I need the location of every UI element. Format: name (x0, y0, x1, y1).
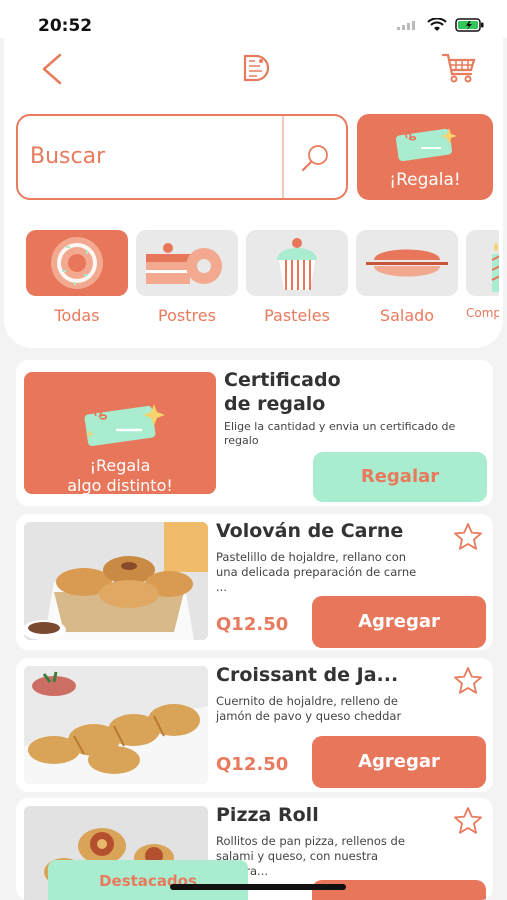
tab-destacados[interactable]: Destacados (48, 860, 248, 900)
cart-icon[interactable] (441, 52, 477, 84)
home-indicator[interactable] (170, 884, 346, 890)
gift-image-line2: algo distinto! (67, 476, 173, 494)
product-title: Croissant de Ja... (216, 664, 399, 686)
product-price: Q12.50 (216, 754, 289, 775)
status-time: 20:52 (38, 16, 93, 36)
category-label: Postres (158, 306, 216, 325)
gift-button[interactable]: ¡Regala! (357, 114, 493, 200)
battery-icon (455, 18, 484, 32)
search-divider (282, 116, 284, 198)
category-postres[interactable]: Postres (136, 230, 238, 325)
add-to-cart-button[interactable] (312, 880, 486, 900)
wifi-icon (427, 18, 447, 31)
gift-image-line1: ¡Regala (89, 456, 151, 475)
cupcake-icon (277, 238, 317, 290)
donut-icon (51, 237, 103, 289)
favorite-star-icon[interactable] (453, 522, 483, 552)
product-title: Volován de Carne (216, 520, 404, 542)
favorite-star-icon[interactable] (453, 666, 483, 696)
gift-certificate-card[interactable]: ¡Regala algo distinto! Certificado de re… (16, 360, 493, 506)
status-icons (397, 18, 485, 32)
category-salado[interactable]: Salado (356, 230, 458, 325)
category-tile (356, 230, 458, 296)
gift-certificate-image: ¡Regala algo distinto! (24, 372, 216, 494)
favorite-star-icon[interactable] (453, 806, 483, 836)
search-input[interactable]: Buscar (30, 144, 105, 169)
gift-button-label: ¡Regala! (389, 170, 461, 190)
gift-card-icon (395, 128, 457, 162)
category-tile (136, 230, 238, 296)
category-label: Comp (466, 306, 499, 320)
product-description: Pastelillo de hojaldre, rellano con una … (216, 550, 417, 594)
product-price: Q12.50 (216, 614, 289, 635)
back-arrow-icon[interactable] (38, 52, 68, 86)
app-screen: 20:52 Buscar ¡Regala! Todas Postres Past… (0, 0, 507, 900)
regalar-button[interactable]: Regalar (313, 452, 487, 502)
category-todas[interactable]: Todas (26, 230, 128, 325)
header-panel: Buscar ¡Regala! Todas Postres Pasteles S… (4, 38, 503, 348)
dessert-icon (146, 243, 222, 284)
candle-icon (491, 242, 499, 292)
signal-icon (397, 21, 415, 30)
category-bar: Todas Postres Pasteles Salado Comp (26, 230, 499, 330)
category-tile (466, 230, 499, 296)
product-card[interactable]: Volován de Carne Pastelillo de hojaldre,… (16, 514, 493, 650)
category-label: Pasteles (264, 306, 330, 325)
product-image (24, 666, 208, 784)
gift-certificate-description: Elige la cantidad y envia un certificado… (224, 420, 456, 447)
add-to-cart-button[interactable]: Agregar (312, 736, 486, 788)
search-icon[interactable] (300, 142, 332, 174)
product-description: Cuernito de hojaldre, relleno de jamón d… (216, 694, 402, 723)
product-image (24, 522, 208, 640)
gift-title-line2: de regalo (224, 393, 326, 415)
category-label: Todas (54, 306, 100, 325)
volovan-photo (24, 522, 208, 640)
gift-card-icon (84, 404, 165, 447)
product-title: Pizza Roll (216, 804, 319, 826)
gift-image-caption: ¡Regala algo distinto! (24, 456, 216, 494)
brand-logo-icon[interactable] (240, 52, 272, 84)
search-box[interactable]: Buscar (16, 114, 348, 200)
gift-title-line1: Certificado (224, 369, 341, 391)
croissant-photo (24, 666, 208, 784)
product-card[interactable]: Croissant de Ja... Cuernito de hojaldre,… (16, 658, 493, 792)
category-label: Salado (379, 306, 435, 325)
category-tile (246, 230, 348, 296)
sandwich-icon (366, 249, 448, 277)
category-comp[interactable]: Comp (466, 230, 499, 320)
category-tile (26, 230, 128, 296)
add-to-cart-button[interactable]: Agregar (312, 596, 486, 648)
status-bar: 20:52 (0, 0, 507, 38)
nav-bar (4, 38, 503, 100)
category-pasteles[interactable]: Pasteles (246, 230, 348, 325)
gift-certificate-title: Certificado de regalo (224, 368, 341, 416)
